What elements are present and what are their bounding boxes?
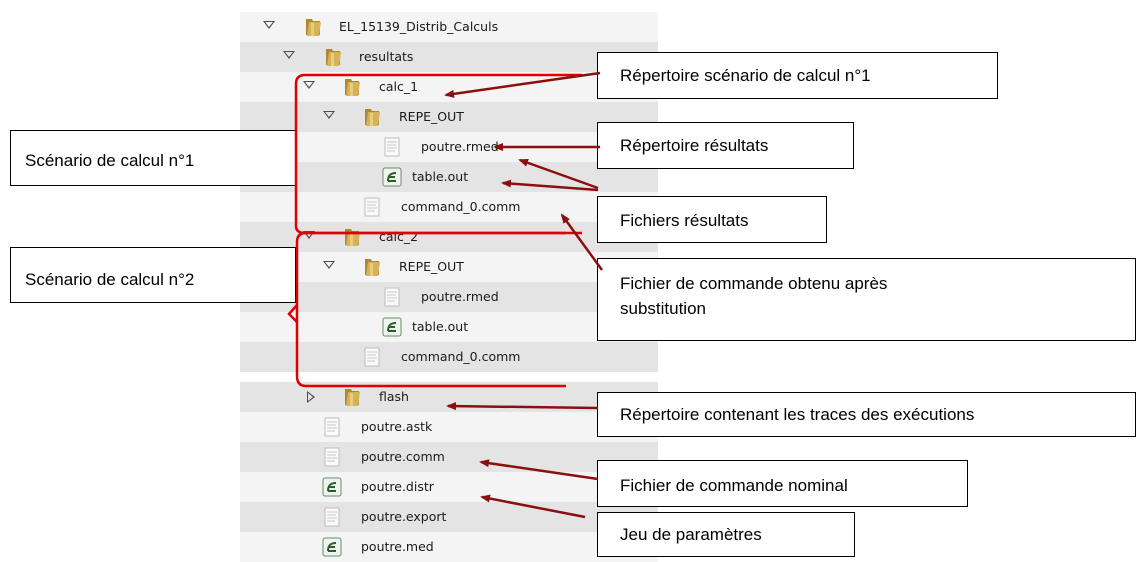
tree-row-calc2[interactable]: calc_2 bbox=[240, 222, 658, 252]
tree-row-repe-out-1[interactable]: REPE_OUT bbox=[240, 102, 658, 132]
tree-row-file[interactable]: table.out bbox=[240, 312, 658, 342]
tree-row-label: poutre.med bbox=[361, 539, 434, 554]
text-file-icon bbox=[321, 446, 343, 468]
tree-row-label: table.out bbox=[412, 319, 469, 334]
tree-row-resultats[interactable]: resultats bbox=[240, 42, 658, 72]
callout-rep-scenario: Répertoire scénario de calcul n°1 bbox=[597, 52, 998, 99]
callout-text-line2: substitution bbox=[620, 299, 706, 318]
folder-icon bbox=[341, 226, 363, 248]
callout-scenario-1: Scénario de calcul n°1 bbox=[10, 130, 296, 186]
tree-row-file[interactable]: poutre.rmed bbox=[240, 132, 658, 162]
callout-fichier-nominal: Fichier de commande nominal bbox=[597, 460, 968, 507]
expand-arrow-icon[interactable] bbox=[263, 21, 275, 29]
tree-row-label: calc_1 bbox=[379, 79, 419, 94]
collapsed-arrow-icon[interactable] bbox=[307, 391, 315, 403]
callout-scenario-2: Scénario de calcul n°2 bbox=[10, 247, 296, 303]
tree-row-label: command_0.comm bbox=[401, 199, 521, 214]
folder-icon bbox=[302, 16, 324, 38]
tree-row-label: flash bbox=[379, 389, 409, 404]
folder-icon bbox=[341, 386, 363, 408]
callout-text: Fichier de commande nominal bbox=[620, 476, 848, 495]
tree-row-label: poutre.rmed bbox=[421, 139, 499, 154]
expand-arrow-icon[interactable] bbox=[323, 261, 335, 269]
expand-arrow-icon[interactable] bbox=[303, 231, 315, 239]
text-file-icon bbox=[321, 506, 343, 528]
tree-row-file[interactable]: poutre.distr bbox=[240, 472, 658, 502]
tree-row-label: REPE_OUT bbox=[399, 259, 464, 274]
table-file-icon bbox=[321, 536, 343, 558]
callout-rep-traces: Répertoire contenant les traces des exéc… bbox=[597, 392, 1136, 437]
callout-jeu-parametres: Jeu de paramètres bbox=[597, 512, 855, 557]
folder-icon bbox=[361, 256, 383, 278]
tree-row-flash[interactable]: flash bbox=[240, 382, 658, 412]
text-file-icon bbox=[381, 136, 403, 158]
callout-text: Jeu de paramètres bbox=[620, 525, 762, 544]
tree-row-label: resultats bbox=[359, 49, 414, 64]
tree-row-calc1[interactable]: calc_1 bbox=[240, 72, 658, 102]
text-file-icon bbox=[361, 346, 383, 368]
callout-text: Répertoire contenant les traces des exéc… bbox=[620, 405, 975, 424]
callout-text: Répertoire résultats bbox=[620, 136, 769, 155]
folder-icon bbox=[361, 106, 383, 128]
callout-text: Répertoire scénario de calcul n°1 bbox=[620, 66, 871, 85]
tree-row-repe-out-2[interactable]: REPE_OUT bbox=[240, 252, 658, 282]
tree-row-file[interactable]: poutre.rmed bbox=[240, 282, 658, 312]
callout-rep-resultats: Répertoire résultats bbox=[597, 122, 854, 169]
tree-row-label: calc_2 bbox=[379, 229, 419, 244]
folder-icon bbox=[322, 46, 344, 68]
tree-row-label: poutre.astk bbox=[361, 419, 433, 434]
text-file-icon bbox=[381, 286, 403, 308]
callout-text-line1: Fichier de commande obtenu après bbox=[620, 274, 888, 293]
table-file-icon bbox=[321, 476, 343, 498]
callout-text: Scénario de calcul n°2 bbox=[25, 270, 195, 289]
tree-row-root[interactable]: EL_15139_Distrib_Calculs bbox=[240, 12, 658, 42]
tree-row-label: table.out bbox=[412, 169, 469, 184]
text-file-icon bbox=[361, 196, 383, 218]
callout-text: Scénario de calcul n°1 bbox=[25, 151, 195, 170]
tree-row-label: EL_15139_Distrib_Calculs bbox=[339, 19, 499, 34]
tree-row-label: poutre.distr bbox=[361, 479, 434, 494]
callout-fichier-commande: Fichier de commande obtenu après substit… bbox=[597, 258, 1136, 341]
callout-fichiers-resultats: Fichiers résultats bbox=[597, 196, 827, 243]
tree-row-file[interactable]: table.out bbox=[240, 162, 658, 192]
tree-row-label: REPE_OUT bbox=[399, 109, 464, 124]
tree-row-file[interactable]: poutre.export bbox=[240, 502, 658, 532]
tree-row-file[interactable]: poutre.med bbox=[240, 532, 658, 562]
tree-row-label: poutre.rmed bbox=[421, 289, 499, 304]
tree-row-label: command_0.comm bbox=[401, 349, 521, 364]
callout-text: Fichiers résultats bbox=[620, 211, 749, 230]
tree-row-label: poutre.comm bbox=[361, 449, 445, 464]
expand-arrow-icon[interactable] bbox=[323, 111, 335, 119]
tree-row-file[interactable]: poutre.comm bbox=[240, 442, 658, 472]
tree-row-label: poutre.export bbox=[361, 509, 447, 524]
text-file-icon bbox=[321, 416, 343, 438]
expand-arrow-icon[interactable] bbox=[303, 81, 315, 89]
tree-row-file[interactable]: command_0.comm bbox=[240, 192, 658, 222]
tree-row-file[interactable]: poutre.astk bbox=[240, 412, 658, 442]
table-file-icon bbox=[381, 316, 403, 338]
folder-icon bbox=[341, 76, 363, 98]
table-file-icon bbox=[381, 166, 403, 188]
expand-arrow-icon[interactable] bbox=[283, 51, 295, 59]
tree-row-file[interactable]: command_0.comm bbox=[240, 342, 658, 372]
